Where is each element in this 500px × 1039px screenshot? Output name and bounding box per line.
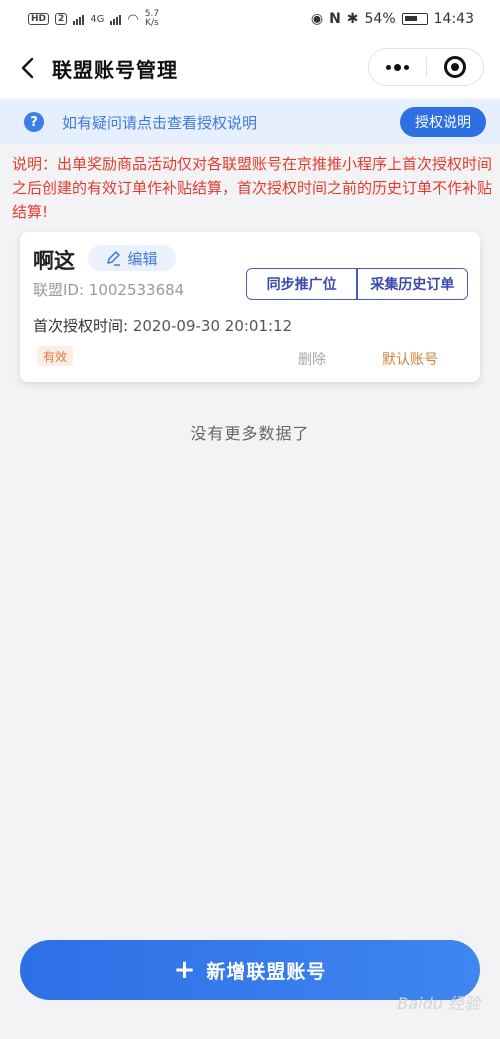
auth-explain-button[interactable]: 授权说明 [400,107,486,137]
collect-history-button[interactable]: 采集历史订单 [357,269,467,299]
clock: 14:43 [433,11,474,27]
target-icon [443,56,466,78]
notice-text[interactable]: 如有疑问请点击查看授权说明 [62,112,257,133]
notice-bar[interactable]: ? 如有疑问请点击查看授权说明 授权说明 [0,100,500,144]
miniprogram-capsule [368,48,484,86]
auth-time-label: 首次授权时间: [33,317,133,335]
card-action-group: 同步推广位 采集历史订单 [246,268,468,300]
delete-button[interactable]: 删除 [298,349,326,369]
union-id: 联盟ID: 1002533684 [33,281,185,299]
first-auth-time: 首次授权时间: 2020-09-30 20:01:12 [33,315,292,336]
battery-percent: 54% [364,11,396,27]
nfc-icon: N [329,11,341,27]
dot-icon [403,64,409,70]
signal-icon-2 [110,13,122,25]
sim2-badge: 2 [55,13,68,25]
more-button[interactable] [369,49,426,85]
speed-unit: K/s [145,18,159,28]
eye-icon: ◉ [310,11,324,27]
edit-label: 编辑 [127,249,158,268]
plus-icon: + [173,955,197,985]
sync-promotion-button[interactable]: 同步推广位 [247,269,357,299]
signal-icon [73,13,85,25]
status-badge: 有效 [37,346,74,366]
status-left: HD 2 4G ◠ 5.7 K/s [28,10,159,28]
status-right: ◉ N ✱ 54% 14:43 [311,11,474,27]
network-speed: 5.7 K/s [145,10,159,28]
back-button[interactable] [4,38,52,98]
dot-icon [393,63,401,71]
auth-time-value: 2020-09-30 20:01:12 [132,317,293,335]
list-end-text: 没有更多数据了 [190,424,310,443]
disclaimer-text: 说明：出单奖励商品活动仅对各联盟账号在京推推小程序上首次授权时间之后创建的有效订… [12,155,493,221]
close-miniprogram-button[interactable] [427,49,484,85]
dot-icon [385,64,391,70]
chevron-left-icon [21,57,34,79]
watermark: Baidu 经验 [397,994,480,1013]
account-name: 啊这 [33,249,75,273]
page-title: 联盟账号管理 [52,57,178,82]
pencil-icon [107,251,121,266]
hd-badge: HD [28,13,50,25]
account-card: 啊这 编辑 联盟ID: 1002533684 同步推广位 采集历史订单 首次授权… [20,232,480,382]
default-account-button[interactable]: 默认账号 [382,349,438,369]
status-bar: HD 2 4G ◠ 5.7 K/s ◉ N ✱ 54% 14:43 [0,0,500,38]
wifi-icon: ◠ [127,11,139,27]
network-label: 4G [90,13,105,25]
bluetooth-icon: ✱ [346,11,359,27]
edit-button[interactable]: 编辑 [88,245,176,271]
battery-icon [401,13,428,25]
add-account-label: 新增联盟账号 [206,960,327,983]
nav-bar: 联盟账号管理 [0,38,500,98]
question-icon: ? [24,112,44,132]
